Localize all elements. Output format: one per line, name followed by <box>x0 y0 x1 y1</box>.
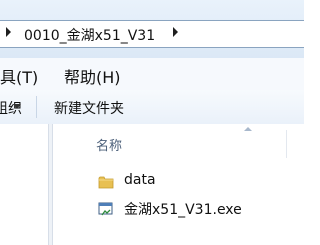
breadcrumb-chevron-icon[interactable] <box>6 27 11 37</box>
new-folder-button[interactable]: 新建文件夹 <box>54 98 124 118</box>
dropdown-arrow-icon[interactable] <box>13 104 21 109</box>
menu-tools[interactable]: 工具(T) <box>0 64 38 88</box>
breadcrumb-chevron-icon[interactable] <box>173 27 178 37</box>
menu-bar: 工具(T) 帮助(H) <box>0 58 304 91</box>
toolbar-separator <box>36 96 37 118</box>
list-item[interactable]: 金湖x51_V31.exe <box>98 198 298 220</box>
breadcrumb[interactable]: 0010_金湖x51_V31 <box>0 20 304 48</box>
list-item[interactable]: data <box>98 171 298 193</box>
file-name: data <box>124 172 156 188</box>
breadcrumb-folder[interactable]: 0010_金湖x51_V31 <box>24 25 155 45</box>
folder-icon <box>98 176 114 189</box>
exe-file-icon <box>98 202 113 216</box>
explorer-content: 名称 data 金湖x51_V31.exe <box>0 124 304 245</box>
sort-ascending-icon <box>244 127 252 131</box>
pane-splitter[interactable] <box>48 124 53 245</box>
command-bar: 组织 新建文件夹 <box>0 90 304 125</box>
column-divider[interactable] <box>286 130 287 158</box>
navigation-pane[interactable] <box>0 124 48 245</box>
menu-help[interactable]: 帮助(H) <box>64 64 121 88</box>
column-header-name[interactable]: 名称 <box>96 135 122 154</box>
address-bar: 0010_金湖x51_V31 <box>0 0 304 58</box>
file-name: 金湖x51_V31.exe <box>124 202 242 218</box>
